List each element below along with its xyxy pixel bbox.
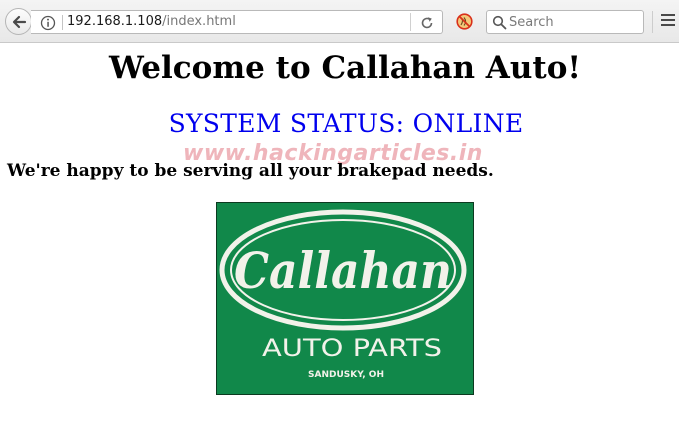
toolbar-separator [652, 11, 653, 33]
logo-location-text: SANDUSKY, OH [308, 370, 384, 380]
system-status-heading: SYSTEM STATUS: ONLINE [168, 109, 524, 138]
search-bar[interactable] [486, 10, 644, 34]
page-title: Welcome to Callahan Auto! [109, 50, 581, 86]
callahan-auto-parts-logo: Callahan AUTO PARTS SANDUSKY, OH [216, 202, 474, 395]
logo-graphic: Callahan AUTO PARTS SANDUSKY, OH [219, 209, 467, 380]
search-input[interactable] [509, 13, 637, 31]
address-bar[interactable]: 192.168.1.108/index.html [31, 10, 443, 34]
noscript-icon[interactable] [456, 13, 473, 30]
back-arrow-icon [12, 15, 27, 29]
back-button[interactable] [5, 8, 32, 35]
logo-auto-parts-text: AUTO PARTS [262, 334, 442, 362]
browser-toolbar: 192.168.1.108/index.html [0, 0, 679, 43]
search-icon [492, 15, 507, 30]
url-path: /index.html [162, 14, 236, 29]
logo-brand-text: Callahan [234, 241, 452, 300]
url-host: 192.168.1.108 [67, 14, 163, 29]
info-icon[interactable] [40, 15, 56, 31]
reload-icon[interactable] [419, 15, 435, 31]
url-separator-right [410, 13, 411, 31]
hamburger-menu-icon[interactable] [661, 14, 677, 28]
url-text[interactable]: 192.168.1.108/index.html [67, 14, 236, 29]
url-separator [62, 15, 63, 30]
tagline: We're happy to be serving all your brake… [7, 161, 494, 181]
